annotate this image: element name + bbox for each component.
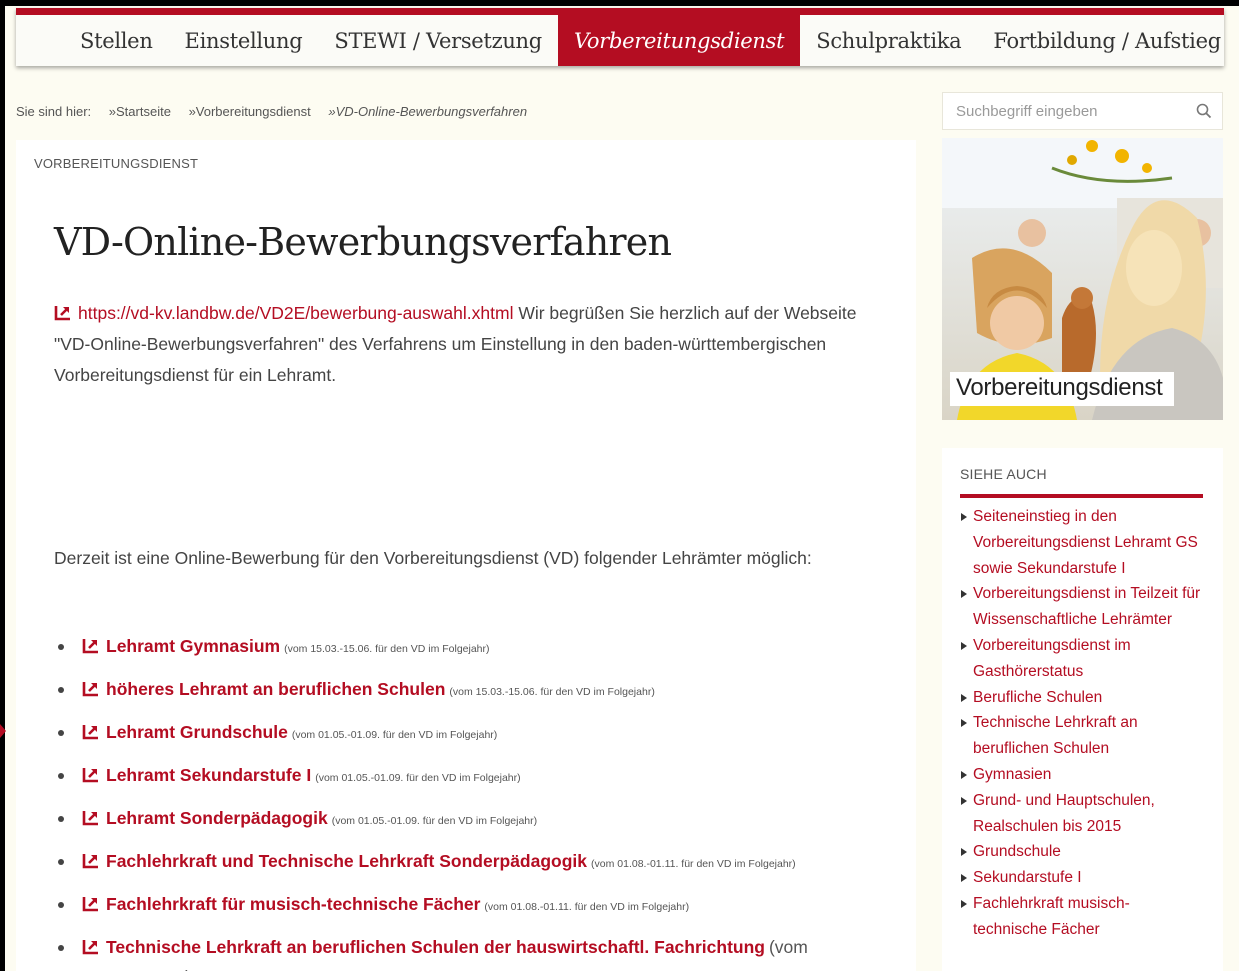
external-link-icon <box>82 940 98 955</box>
teaser-image-vorbereitungsdienst[interactable]: Vorbereitungsdienst <box>942 138 1223 420</box>
vd-online-link[interactable]: https://vd-kv.landbw.de/VD2E/bewerbung-a… <box>78 303 513 323</box>
see-also-list: Seiteneinstieg in den Vorbereitungsdiens… <box>960 504 1203 943</box>
lead-paragraph: Derzeit ist eine Online-Bewerbung für de… <box>54 548 812 568</box>
breadcrumb-item-startseite[interactable]: »Startseite <box>109 104 171 119</box>
program-note: (vom 15.03.-15.06. für den VD im Folgeja… <box>284 643 490 655</box>
external-link-icon <box>82 682 98 697</box>
nav-item-vorbereitungsdienst[interactable]: Vorbereitungsdienst <box>557 15 801 66</box>
program-link[interactable]: Lehramt Sekundarstufe I <box>106 765 311 785</box>
page-title: VD-Online-Bewerbungsverfahren <box>54 220 672 264</box>
see-also-box: SIEHE AUCH Seiteneinstieg in den Vorbere… <box>942 448 1223 971</box>
see-also-link[interactable]: Vorbereitungsdienst in Teilzeit für Wiss… <box>960 581 1203 633</box>
see-also-link[interactable]: Grundschule <box>960 839 1203 865</box>
list-item: Fachlehrkraft für musisch-technische Fäc… <box>56 889 886 922</box>
list-item: Technische Lehrkraft an beruflichen Schu… <box>56 932 886 971</box>
breadcrumb-item-vorbereitungsdienst[interactable]: »Vorbereitungsdienst <box>189 104 311 119</box>
program-link[interactable]: Lehramt Grundschule <box>106 722 288 742</box>
list-item: Lehramt Grundschule (vom 01.05.-01.09. fü… <box>56 717 886 750</box>
program-link[interactable]: Lehramt Gymnasium <box>106 636 280 656</box>
program-note: (vom 01.08.-01.11. für den VD im Folgeja… <box>484 901 690 913</box>
external-link-icon <box>82 854 98 869</box>
nav-item-stewi-versetzung[interactable]: STEWI / Versetzung <box>318 15 558 66</box>
nav-item-stellen[interactable]: Stellen <box>16 15 169 66</box>
external-link-icon <box>54 306 70 321</box>
external-link-icon <box>82 897 98 912</box>
search-icon[interactable] <box>1186 93 1222 129</box>
program-note: (vom 15.03.-15.06. für den VD im Folgeja… <box>449 686 655 698</box>
see-also-link[interactable]: Gymnasien <box>960 762 1203 788</box>
edge-arrow-icon <box>0 724 6 738</box>
breadcrumb-item-current: »VD-Online-Bewerbungsverfahren <box>328 104 528 119</box>
nav-item-fortbildung-aufstieg[interactable]: Fortbildung / Aufstieg <box>977 15 1236 66</box>
breadcrumb-prefix: Sie sind hier: <box>16 104 92 119</box>
external-link-icon <box>82 811 98 826</box>
program-note: (vom 01.08.-01.11. für den VD im Folgeja… <box>591 858 796 870</box>
window-frame-top <box>0 0 1239 6</box>
see-also-title: SIEHE AUCH <box>960 466 1203 498</box>
external-link-icon <box>82 639 98 654</box>
program-list: Lehramt Gymnasium (vom 15.03.-15.06. für … <box>56 631 886 971</box>
breadcrumb: Sie sind hier: »Startseite »Vorbereitung… <box>16 104 541 119</box>
see-also-link[interactable]: Fachlehrkraft musisch-technische Fächer <box>960 891 1203 943</box>
nav-item-schulpraktika[interactable]: Schulpraktika <box>800 15 977 66</box>
see-also-link[interactable]: Vorbereitungsdienst im Gasthörerstatus <box>960 633 1203 685</box>
program-note: (vom 01.05.-01.09. für den VD im Folgeja… <box>315 772 521 784</box>
main-content: VORBEREITUNGSDIENST VD-Online-Bewerbungs… <box>16 140 916 971</box>
list-item: Lehramt Sonderpädagogik (vom 01.05.-01.09… <box>56 803 886 836</box>
see-also-link[interactable]: Grund- und Hauptschulen, Realschulen bis… <box>960 788 1203 840</box>
window-frame-left <box>0 0 5 971</box>
program-link[interactable]: Technische Lehrkraft an beruflichen Schu… <box>106 937 765 957</box>
program-link[interactable]: höheres Lehramt an beruflichen Schulen <box>106 679 445 699</box>
intro-paragraph: https://vd-kv.landbw.de/VD2E/bewerbung-a… <box>54 298 884 391</box>
search-box <box>942 92 1223 130</box>
program-note: (vom 01.05.-01.09. für den VD im Folgeja… <box>331 815 538 827</box>
see-also-link[interactable]: Sekundarstufe I <box>960 865 1203 891</box>
program-link[interactable]: Fachlehrkraft für musisch-technische Fäc… <box>106 894 480 914</box>
search-input[interactable] <box>943 93 1186 129</box>
teaser-caption: Vorbereitungsdienst <box>950 372 1175 406</box>
program-link[interactable]: Lehramt Sonderpädagogik <box>106 808 328 828</box>
program-link[interactable]: Fachlehrkraft und Technische Lehrkraft S… <box>106 851 587 871</box>
external-link-icon <box>82 725 98 740</box>
program-note: (vom 01.05.-01.09. für den VD im Folgeja… <box>291 729 498 741</box>
external-link-icon <box>82 768 98 783</box>
list-item: Lehramt Gymnasium (vom 15.03.-15.06. für … <box>56 631 886 664</box>
list-item: höheres Lehramt an beruflichen Schulen (v… <box>56 674 886 707</box>
list-item: Fachlehrkraft und Technische Lehrkraft S… <box>56 846 886 879</box>
section-label: VORBEREITUNGSDIENST <box>34 156 199 171</box>
nav-item-einstellung[interactable]: Einstellung <box>169 15 319 66</box>
see-also-link[interactable]: Berufliche Schulen <box>960 685 1203 711</box>
main-navigation: Stellen Einstellung STEWI / Versetzung V… <box>16 8 1224 66</box>
list-item: Lehramt Sekundarstufe I (vom 01.05.-01.09… <box>56 760 886 793</box>
see-also-link[interactable]: Technische Lehrkraft an beruflichen Schu… <box>960 710 1203 762</box>
see-also-link[interactable]: Seiteneinstieg in den Vorbereitungsdiens… <box>960 504 1203 581</box>
